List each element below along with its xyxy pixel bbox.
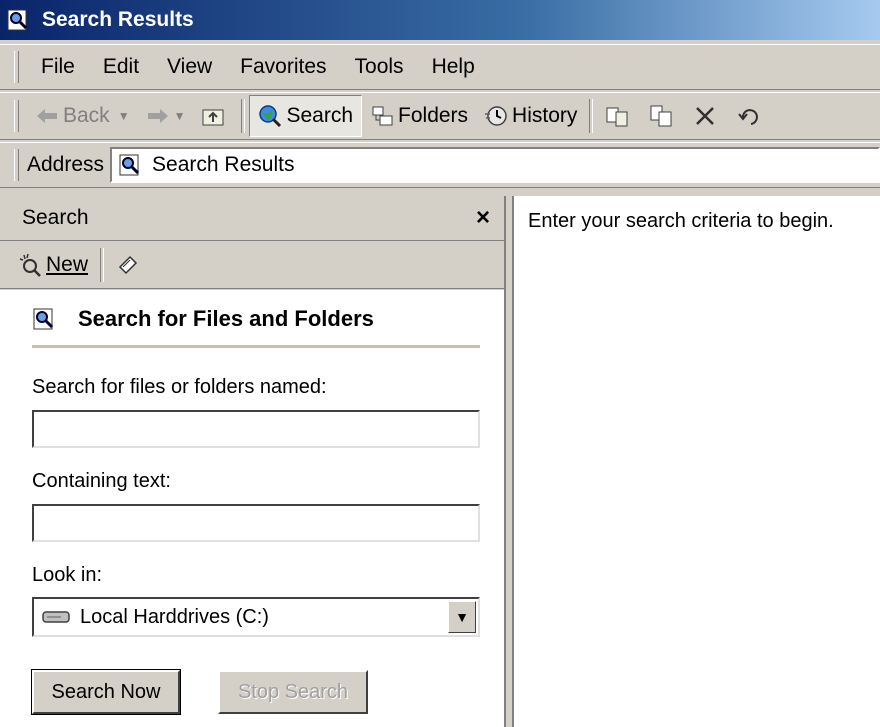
new-search-button[interactable]: New bbox=[18, 253, 88, 277]
back-dropdown-icon[interactable]: ▼ bbox=[118, 109, 130, 123]
up-folder-icon bbox=[202, 109, 224, 126]
toolbar-grip[interactable] bbox=[14, 100, 19, 132]
menu-favorites[interactable]: Favorites bbox=[226, 55, 340, 79]
forward-arrow-icon bbox=[147, 109, 168, 123]
menu-help[interactable]: Help bbox=[418, 55, 489, 79]
search-options-icon[interactable] bbox=[116, 253, 140, 277]
copy-to-icon bbox=[650, 105, 672, 127]
folders-button[interactable]: Folders bbox=[362, 96, 476, 136]
search-pane-header: Search × bbox=[0, 196, 504, 241]
standard-toolbar: Back ▼ ▼ Search Folders History bbox=[0, 92, 880, 140]
search-button[interactable]: Search bbox=[249, 95, 363, 137]
move-to-icon bbox=[606, 107, 628, 127]
search-window-icon bbox=[7, 9, 28, 31]
lookin-label: Look in: bbox=[32, 564, 103, 586]
search-results-icon bbox=[119, 154, 140, 176]
toolbar-separator-2 bbox=[589, 99, 594, 133]
menu-tools[interactable]: Tools bbox=[341, 55, 418, 79]
lookin-value: Local Harddrives (C:) bbox=[80, 605, 269, 628]
address-bar: Address Search Results bbox=[0, 142, 880, 188]
title-bar: Search Results bbox=[0, 0, 880, 40]
dropdown-arrow-icon[interactable]: ▼ bbox=[448, 601, 476, 633]
back-button[interactable]: Back ▼ bbox=[27, 96, 138, 136]
menu-grip[interactable] bbox=[14, 51, 19, 83]
search-files-icon bbox=[33, 308, 54, 330]
hard-drive-icon bbox=[42, 611, 70, 623]
forward-button[interactable]: ▼ bbox=[138, 96, 194, 136]
search-form: Search for Files and Folders Search for … bbox=[0, 290, 504, 727]
stop-search-label: Stop Search bbox=[237, 680, 349, 703]
new-search-icon bbox=[19, 253, 41, 277]
toolbar-separator bbox=[241, 99, 246, 133]
pane-toolbar-separator bbox=[100, 247, 105, 282]
history-label: History bbox=[512, 104, 578, 127]
filename-input[interactable] bbox=[32, 410, 480, 448]
containing-label: Containing text: bbox=[32, 470, 171, 492]
search-heading: Search for Files and Folders bbox=[78, 306, 374, 331]
window-title: Search Results bbox=[42, 8, 194, 31]
folders-label: Folders bbox=[398, 104, 469, 127]
search-pane-title: Search bbox=[22, 206, 89, 229]
folders-icon bbox=[372, 106, 393, 126]
back-arrow-icon bbox=[37, 109, 57, 123]
search-now-button[interactable]: Search Now bbox=[31, 669, 181, 715]
undo-icon bbox=[738, 109, 759, 125]
stop-search-button: Stop Search bbox=[218, 670, 368, 714]
delete-button[interactable] bbox=[685, 96, 729, 136]
history-clock-icon bbox=[485, 106, 507, 126]
history-button[interactable]: History bbox=[476, 96, 585, 136]
menu-bar: File Edit View Favorites Tools Help bbox=[0, 44, 880, 90]
named-label: Search for files or folders named: bbox=[32, 376, 327, 398]
heading-divider bbox=[32, 345, 480, 348]
search-heading-row: Search for Files and Folders bbox=[32, 306, 374, 332]
copy-to-button[interactable] bbox=[641, 96, 685, 136]
search-pane: Search × New Search for Files and Folder… bbox=[0, 196, 506, 727]
back-label: Back bbox=[63, 104, 110, 127]
menu-file[interactable]: File bbox=[27, 55, 89, 79]
move-to-button[interactable] bbox=[597, 96, 641, 136]
up-folder-button[interactable] bbox=[193, 96, 237, 136]
lookin-select[interactable]: Local Harddrives (C:) ▼ bbox=[32, 597, 480, 637]
search-now-label: Search Now bbox=[51, 680, 161, 703]
close-icon[interactable]: × bbox=[476, 204, 490, 232]
new-search-label: New bbox=[46, 252, 89, 276]
results-message: Enter your search criteria to begin. bbox=[528, 210, 834, 232]
containing-text-input[interactable] bbox=[32, 504, 480, 542]
address-label: Address bbox=[27, 153, 105, 176]
delete-x-icon bbox=[696, 107, 715, 125]
search-label: Search bbox=[286, 104, 354, 127]
address-value: Search Results bbox=[152, 153, 295, 176]
search-pane-toolbar: New bbox=[0, 241, 504, 289]
search-globe-icon bbox=[259, 105, 282, 128]
address-field[interactable]: Search Results bbox=[110, 147, 880, 183]
forward-dropdown-icon[interactable]: ▼ bbox=[174, 109, 186, 123]
menu-edit[interactable]: Edit bbox=[89, 55, 153, 79]
menu-view[interactable]: View bbox=[153, 55, 226, 79]
undo-button[interactable] bbox=[729, 96, 773, 136]
results-pane: Enter your search criteria to begin. bbox=[512, 196, 880, 727]
